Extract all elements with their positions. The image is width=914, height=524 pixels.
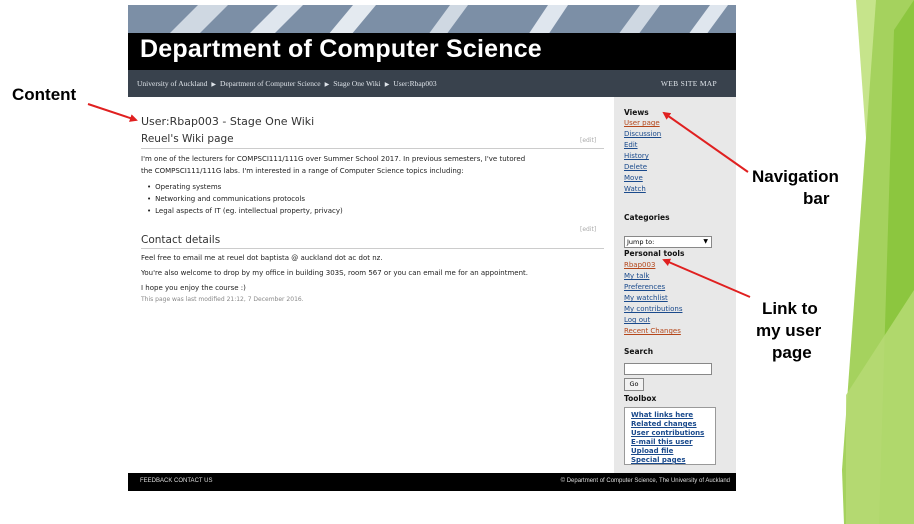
- toolbox-what-links-here[interactable]: What links here: [631, 411, 693, 419]
- site-title: Department of Computer Science: [140, 35, 542, 63]
- toolbox-email-user[interactable]: E-mail this user: [631, 438, 693, 446]
- contact-heading: Contact details: [141, 234, 221, 246]
- heading-divider: [141, 148, 604, 149]
- link-callout-label: page: [772, 343, 812, 362]
- navigation-bar-callout-label: bar: [803, 189, 830, 208]
- content-callout-label: Content: [12, 85, 77, 104]
- sidebar-item-move[interactable]: Move: [624, 174, 643, 182]
- slide-decoration: [842, 0, 914, 524]
- personal-tools-heading: Personal tools: [624, 249, 685, 258]
- search-input[interactable]: [624, 363, 712, 375]
- site-banner: Department of Computer Science: [128, 5, 736, 70]
- footer-links[interactable]: FEEDBACK CONTACT US: [140, 478, 212, 484]
- toolbox-special-pages[interactable]: Special pages: [631, 456, 686, 464]
- edit-section-link[interactable]: [edit]: [580, 137, 596, 144]
- dropdown-arrow-icon: ▼: [703, 238, 708, 245]
- page-title: User:Rbap003 - Stage One Wiki: [141, 115, 315, 128]
- site-footer: FEEDBACK CONTACT US © Department of Comp…: [128, 473, 736, 491]
- views-heading: Views: [624, 108, 649, 117]
- jump-to-label: Jump to:: [627, 238, 655, 246]
- breadcrumb-arrow-icon: ▶: [211, 82, 217, 88]
- breadcrumb-item[interactable]: Department of Computer Science: [220, 79, 321, 88]
- footer-copyright: © Department of Computer Science, The Un…: [560, 478, 730, 484]
- breadcrumb-arrow-icon: ▶: [384, 82, 390, 88]
- sidebar-item-user-link[interactable]: Rbap003: [624, 261, 655, 269]
- toolbox-related-changes[interactable]: Related changes: [631, 420, 697, 428]
- contact-text: You're also welcome to drop by my office…: [141, 269, 529, 277]
- edit-section-link[interactable]: [edit]: [580, 226, 596, 233]
- breadcrumb-item[interactable]: Stage One Wiki: [333, 79, 380, 88]
- toolbox-upload-file[interactable]: Upload file: [631, 447, 673, 455]
- heading-divider: [141, 248, 604, 249]
- sidebar-item-recent-changes[interactable]: Recent Changes: [624, 327, 681, 335]
- toolbox-panel: What links here Related changes User con…: [624, 407, 716, 465]
- search-heading: Search: [624, 347, 654, 356]
- sidebar-item-user-page[interactable]: User page: [624, 119, 660, 127]
- breadcrumb: University of Auckland ▶ Department of Com…: [137, 79, 437, 88]
- intro-text: the COMPSCI111/111G labs. I'm interested…: [141, 167, 464, 175]
- sidebar-item-watchlist[interactable]: My watchlist: [624, 294, 668, 302]
- breadcrumb-bar: University of Auckland ▶ Department of Com…: [128, 70, 736, 97]
- contact-text: Feel free to email me at reuel dot bapti…: [141, 254, 383, 262]
- wiki-heading: Reuel's Wiki page: [141, 133, 234, 145]
- breadcrumb-item[interactable]: University of Auckland: [137, 79, 207, 88]
- sidebar-item-my-talk[interactable]: My talk: [624, 272, 649, 280]
- sidebar-item-discussion[interactable]: Discussion: [624, 130, 661, 138]
- sidebar-item-watch[interactable]: Watch: [624, 185, 646, 193]
- intro-text: I'm one of the lecturers for COMPSCI111/…: [141, 155, 526, 163]
- toolbox-heading: Toolbox: [624, 394, 657, 403]
- site-map-link[interactable]: WEB SITE MAP: [661, 79, 717, 88]
- navigation-bar-callout-label: Navigation: [752, 167, 839, 186]
- categories-heading: Categories: [624, 213, 670, 222]
- sidebar-item-delete[interactable]: Delete: [624, 163, 647, 171]
- list-item: Operating systems: [147, 183, 221, 191]
- last-modified: This page was last modified 21:12, 7 Dec…: [141, 296, 304, 303]
- list-item: Legal aspects of IT (eg. intellectual pr…: [147, 207, 343, 215]
- sidebar-item-preferences[interactable]: Preferences: [624, 283, 665, 291]
- navigation-sidebar: Views User page Discussion Edit History …: [614, 97, 736, 473]
- sidebar-item-contributions[interactable]: My contributions: [624, 305, 682, 313]
- main-content: User:Rbap003 - Stage One Wiki [edit] Reu…: [128, 97, 612, 473]
- link-callout-label: my user: [756, 321, 822, 340]
- sidebar-item-history[interactable]: History: [624, 152, 649, 160]
- breadcrumb-item[interactable]: User:Rbap003: [393, 79, 436, 88]
- contact-text: I hope you enjoy the course :): [141, 284, 246, 292]
- list-item: Networking and communications protocols: [147, 195, 305, 203]
- categories-select[interactable]: Jump to: ▼: [624, 236, 712, 248]
- breadcrumb-arrow-icon: ▶: [324, 82, 330, 88]
- sidebar-item-edit[interactable]: Edit: [624, 141, 638, 149]
- link-callout-label: Link to: [762, 299, 818, 318]
- toolbox-user-contributions[interactable]: User contributions: [631, 429, 704, 437]
- website-screenshot: Department of Computer Science Universit…: [128, 5, 736, 491]
- go-button[interactable]: Go: [624, 378, 644, 391]
- sidebar-item-log-out[interactable]: Log out: [624, 316, 650, 324]
